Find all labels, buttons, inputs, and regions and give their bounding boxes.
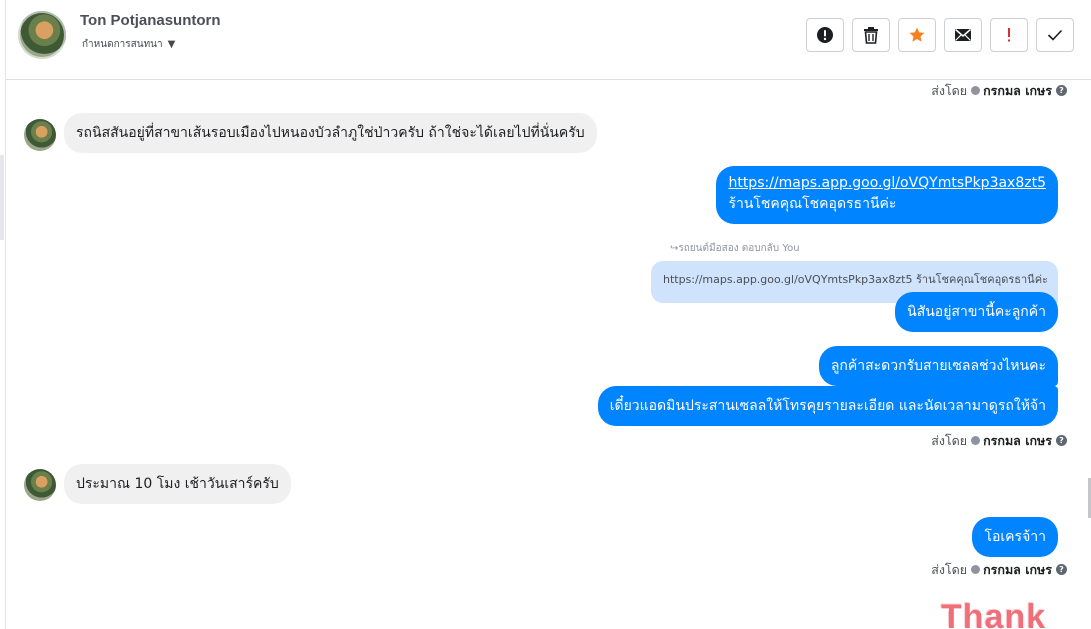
outgoing-message[interactable]: https://maps.app.goo.gl/oVQYmtsPkp3ax8zt…: [716, 166, 1058, 224]
message-thread: ส่งโดย กรกมล เกษร? รถนิสสันอยู่ที่สาขาเส้…: [6, 80, 1079, 629]
reply-indicator: ↪รถยนต์มือสอง ตอบกลับ You: [670, 243, 800, 254]
sent-by-label: ส่งโดย: [931, 433, 968, 448]
sender-name[interactable]: กรกมล เกษร: [983, 562, 1052, 577]
scrollbar[interactable]: [1079, 80, 1091, 629]
check-icon: [1047, 29, 1063, 41]
outgoing-message[interactable]: โอเครจ้าา: [972, 517, 1058, 557]
follow-up-button[interactable]: [990, 18, 1028, 52]
incoming-message[interactable]: ประมาณ 10 โมง เช้าวันเสาร์ครับ: [64, 464, 291, 504]
conversation-header: Ton Potjanasuntorn กำหนดการสนทนา ▼: [6, 0, 1091, 80]
sent-by-label: ส่งโดย: [931, 562, 968, 577]
caret-down-icon: ▼: [167, 39, 176, 50]
sender-name[interactable]: กรกมล เกษร: [983, 83, 1052, 98]
outgoing-message[interactable]: เดี๋ยวแอดมินประสานเซลลให้โทรคุยรายละเอีย…: [597, 386, 1058, 426]
mark-unread-button[interactable]: [944, 18, 982, 52]
sent-by-label: ส่งโดย: [931, 83, 968, 98]
rail-marker: [0, 155, 4, 240]
sent-by-info: ส่งโดย กรกมล เกษร?: [931, 560, 1067, 580]
message-link[interactable]: https://maps.app.goo.gl/oVQYmtsPkp3ax8zt…: [728, 175, 1046, 191]
message-text: ร้านโชคคุณโชคอุดรธานีค่ะ: [728, 196, 897, 212]
outgoing-message[interactable]: ลูกค้าสะดวกรับสายเซลลช่วงไหนคะ: [818, 346, 1058, 386]
star-icon: [909, 27, 925, 42]
sent-by-info: ส่งโดย กรกมล เกษร?: [931, 431, 1067, 451]
verified-icon: [971, 86, 981, 95]
delete-button[interactable]: [852, 18, 890, 52]
toolbar: [806, 18, 1074, 52]
spam-button[interactable]: [806, 18, 844, 52]
trash-icon: [864, 27, 878, 44]
conversation-settings-label: กำหนดการสนทนา: [82, 39, 163, 50]
exclamation-circle-icon: [817, 27, 833, 43]
incoming-message[interactable]: รถนิสสันอยู่ที่สาขาเส้นรอบเมืองไปหนองบัว…: [64, 113, 597, 153]
verified-icon: [971, 565, 981, 574]
sent-by-info: ส่งโดย กรกมล เกษร?: [931, 81, 1067, 101]
contact-avatar[interactable]: [18, 11, 66, 59]
help-icon[interactable]: ?: [1056, 564, 1067, 575]
sender-avatar[interactable]: [24, 119, 56, 151]
sender-name[interactable]: กรกมล เกษร: [983, 433, 1052, 448]
contact-name[interactable]: Ton Potjanasuntorn: [80, 12, 221, 29]
help-icon[interactable]: ?: [1056, 435, 1067, 446]
conversation-settings-dropdown[interactable]: กำหนดการสนทนา ▼: [82, 37, 175, 52]
sender-avatar[interactable]: [24, 469, 56, 501]
star-button[interactable]: [898, 18, 936, 52]
mark-done-button[interactable]: [1036, 18, 1074, 52]
envelope-icon: [955, 28, 971, 41]
verified-icon: [971, 436, 981, 445]
thank-sticker[interactable]: Thank: [941, 598, 1046, 629]
exclamation-icon: [1008, 28, 1010, 42]
outgoing-message[interactable]: นิสันอยู่สาขานี้คะลูกค้า: [895, 292, 1058, 332]
help-icon[interactable]: ?: [1056, 85, 1067, 96]
